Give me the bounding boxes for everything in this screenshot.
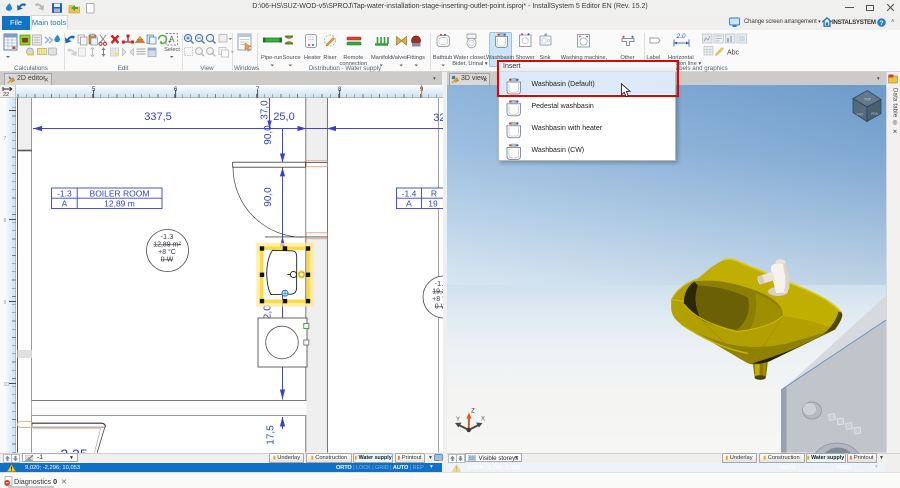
- svg-text:12,89 m²: 12,89 m²: [153, 241, 181, 248]
- svg-text:0 W: 0 W: [161, 256, 174, 263]
- svg-text:PRA: PRA: [871, 112, 878, 116]
- svg-text:A: A: [62, 199, 68, 209]
- svg-text:Z: Z: [471, 408, 475, 414]
- svg-text:90,0: 90,0: [263, 187, 274, 207]
- svg-text:-1.4: -1.4: [402, 188, 417, 198]
- svg-text:X: X: [481, 416, 485, 422]
- svg-text:A: A: [406, 199, 412, 209]
- svg-text:+8 °C: +8 °C: [158, 248, 176, 256]
- svg-text:A: A: [169, 35, 175, 44]
- svg-text:+8 °C: +8 °C: [432, 295, 443, 303]
- svg-text:17,5: 17,5: [265, 425, 276, 445]
- svg-text:-1.3: -1.3: [57, 188, 72, 198]
- svg-text:325,0: 325,0: [433, 112, 443, 124]
- svg-text:90,0: 90,0: [263, 125, 274, 145]
- svg-text:-1.4: -1.4: [435, 279, 443, 288]
- svg-text:2,25: 2,25: [60, 446, 87, 453]
- svg-text:25,0: 25,0: [273, 111, 294, 123]
- svg-text:R: R: [431, 188, 437, 198]
- svg-text:0 W: 0 W: [435, 303, 443, 310]
- svg-text:BOILER ROOM: BOILER ROOM: [90, 188, 150, 198]
- svg-text:Y: Y: [456, 417, 460, 423]
- svg-text:2.0: 2.0: [675, 33, 685, 40]
- svg-text:12,89 m: 12,89 m: [104, 199, 135, 209]
- svg-text:?: ?: [879, 20, 883, 27]
- svg-text:-1.3: -1.3: [161, 232, 174, 241]
- svg-text:TOP: TOP: [864, 97, 872, 101]
- svg-text:19: 19: [428, 199, 438, 209]
- svg-text:Abc: Abc: [727, 50, 740, 57]
- svg-text:FRO: FRO: [857, 112, 864, 116]
- svg-text:337,5: 337,5: [144, 111, 172, 123]
- svg-text:37,0: 37,0: [259, 100, 270, 120]
- svg-text:19,35: 19,35: [432, 288, 443, 295]
